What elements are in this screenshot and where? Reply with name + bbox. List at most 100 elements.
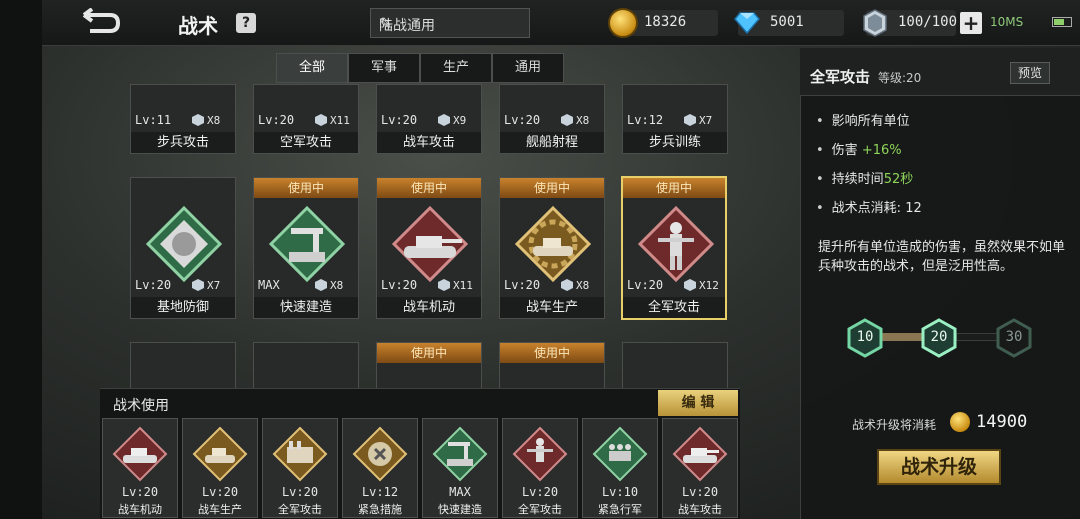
slot-name: 战车攻击 <box>678 503 722 516</box>
gold-value: 18326 <box>644 14 687 30</box>
tactic-card-base-defense[interactable]: Lv:20 X7 基地防御 <box>130 177 236 319</box>
factory-emblem-icon <box>272 426 328 482</box>
add-crystal-button[interactable]: + <box>960 12 982 34</box>
tank-emblem-icon <box>112 426 168 482</box>
left-edge <box>0 0 42 519</box>
tactic-name: 全军攻击 <box>623 297 725 318</box>
in-use-badge: 使用中 <box>377 343 481 363</box>
level-track <box>956 333 998 341</box>
level-node-current: 20 <box>919 318 959 358</box>
stat-row: • 持续时间52秒 <box>816 172 914 187</box>
preset-selector[interactable]: 陆战通用 ✎ <box>370 8 530 38</box>
gold-resource: 18326 <box>608 8 718 38</box>
tactic-cost: X8 <box>576 114 590 127</box>
stat-row: • 伤害 +16% <box>816 143 902 158</box>
tactic-card[interactable]: Lv:20 X9 战车攻击 <box>376 84 482 154</box>
detail-name: 全军攻击 <box>810 68 871 86</box>
tactic-level: Lv:20 <box>258 113 295 127</box>
lion-emblem-icon <box>145 205 223 283</box>
back-button[interactable] <box>80 7 122 38</box>
tactic-name: 战车攻击 <box>377 132 481 153</box>
diamond-resource: 5001 <box>734 10 844 36</box>
tactic-card-fast-build[interactable]: 使用中 MAX X8 快速建造 <box>253 177 359 319</box>
tactic-card-tank-mobility[interactable]: 使用中 Lv:20 X11 战车机动 <box>376 177 482 319</box>
tactic-level: Lv:20 <box>381 113 418 127</box>
upgrade-cost-value: 14900 <box>976 412 1028 432</box>
gold-coin-icon <box>608 8 638 38</box>
tactic-card[interactable]: 使用中 <box>499 342 605 392</box>
tactic-card-all-army-attack[interactable]: 使用中 Lv:20 X12 全军攻击 <box>621 176 727 320</box>
gear-tank-emblem-icon <box>514 205 592 283</box>
tactic-cost: X7 <box>699 114 713 127</box>
tactic-card[interactable]: Lv:20 X11 空军攻击 <box>253 84 359 154</box>
in-use-badge: 使用中 <box>254 178 358 198</box>
crystal-icon <box>192 114 204 126</box>
tactic-level: MAX <box>258 278 280 292</box>
stat-label: 持续时间 <box>831 172 884 187</box>
tactic-card[interactable]: Lv:20 X8 舰船射程 <box>499 84 605 154</box>
crane-emblem-icon <box>268 205 346 283</box>
tactic-cost: X8 <box>207 114 221 127</box>
tactic-card[interactable]: Lv:11 X8 步兵攻击 <box>130 84 236 154</box>
slot-name: 快速建造 <box>438 503 482 516</box>
tab-production[interactable]: 生产 <box>420 53 492 83</box>
battery-icon <box>1052 17 1072 27</box>
help-button[interactable]: ? <box>236 13 256 33</box>
crystal-value: 100/100 <box>898 14 958 30</box>
crystal-icon <box>438 279 450 291</box>
crystal-icon <box>561 114 573 126</box>
usage-slot[interactable]: Lv:20 战车攻击 <box>662 418 738 518</box>
stat-label: 影响所有单位 <box>831 114 910 129</box>
usage-slot[interactable]: Lv:20 战车生产 <box>182 418 258 518</box>
tab-military[interactable]: 军事 <box>348 53 420 83</box>
upgrade-button[interactable]: 战术升级 <box>877 449 1001 485</box>
tactic-level: Lv:20 <box>135 278 172 292</box>
pencil-icon[interactable]: ✎ <box>379 14 521 33</box>
edit-button[interactable]: 编 辑 <box>658 390 738 416</box>
crystal-icon <box>684 114 696 126</box>
tactic-cost: X8 <box>330 279 344 292</box>
tactic-card[interactable] <box>622 342 728 392</box>
tactic-card[interactable]: Lv:12 X7 步兵训练 <box>622 84 728 154</box>
tactic-description: 提升所有单位造成的伤害，虽然效果不如单兵种攻击的战术，但是泛用性高。 <box>818 240 1066 274</box>
tab-all[interactable]: 全部 <box>276 53 348 83</box>
in-use-badge: 使用中 <box>623 178 725 198</box>
tactic-card[interactable] <box>253 342 359 392</box>
tactic-card[interactable] <box>130 342 236 392</box>
page-title: 战术 <box>178 14 218 38</box>
usage-slot[interactable]: MAX 快速建造 <box>422 418 498 518</box>
level-node-locked: 30 <box>994 318 1034 358</box>
usage-slot[interactable]: Lv:20 战车机动 <box>102 418 178 518</box>
gold-coin-icon <box>950 412 970 432</box>
slot-level: Lv:20 <box>521 485 559 499</box>
stat-row: • 影响所有单位 <box>816 114 910 129</box>
level-node-label: 10 <box>856 329 874 345</box>
usage-slot[interactable]: Lv:20 全军攻击 <box>262 418 338 518</box>
slot-level: Lv:10 <box>601 485 639 499</box>
tank-emblem-icon <box>391 205 469 283</box>
tactic-name: 步兵攻击 <box>131 132 235 153</box>
crystal-icon <box>315 114 327 126</box>
tactic-level: Lv:20 <box>504 113 541 127</box>
filter-tabs: 全部 军事 生产 通用 <box>276 53 564 83</box>
slot-level: Lv:20 <box>281 485 319 499</box>
tactic-name: 步兵训练 <box>623 132 727 153</box>
level-track <box>882 333 924 341</box>
crystal-icon <box>863 9 887 37</box>
tactic-card-tank-production[interactable]: 使用中 Lv:20 X8 战车生产 <box>499 177 605 319</box>
preview-button[interactable]: 预览 <box>1010 62 1050 84</box>
tactic-level: Lv:12 <box>627 113 664 127</box>
crane-emblem-icon <box>432 426 488 482</box>
soldier-emblem-icon <box>637 205 715 283</box>
slot-level: MAX <box>449 485 471 499</box>
tactic-card[interactable]: 使用中 <box>376 342 482 392</box>
tab-general[interactable]: 通用 <box>492 53 564 83</box>
level-node-label: 30 <box>1005 329 1023 345</box>
diamond-value: 5001 <box>770 14 804 30</box>
usage-slot[interactable]: Lv:10 紧急行军 <box>582 418 658 518</box>
network-ping: 10MS <box>990 15 1024 29</box>
usage-slot[interactable]: Lv:20 全军攻击 <box>502 418 578 518</box>
crystal-icon <box>561 279 573 291</box>
tactic-cost: X11 <box>330 114 350 127</box>
usage-slot[interactable]: Lv:12 紧急措施 <box>342 418 418 518</box>
